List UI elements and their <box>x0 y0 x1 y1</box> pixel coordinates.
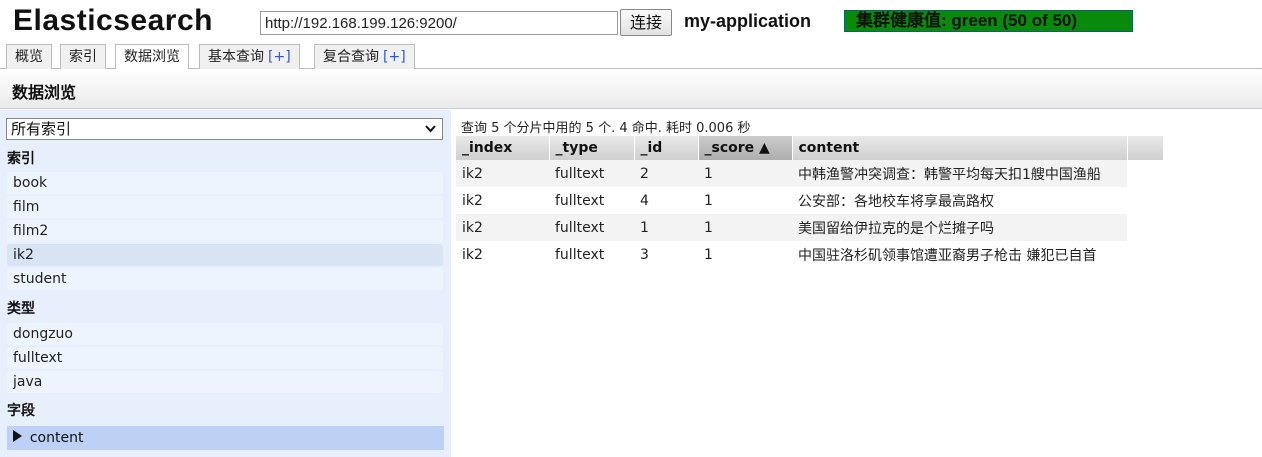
cell-type: fulltext <box>549 214 634 241</box>
chevron-down-icon <box>424 119 437 146</box>
cell-spacer <box>1127 241 1163 268</box>
cluster-url-input[interactable] <box>260 11 618 35</box>
table-row[interactable]: ik2 fulltext 4 1 公安部：各地校车将享最高路权 <box>456 187 1163 214</box>
column-header-index[interactable]: _index <box>456 136 550 160</box>
query-summary: 查询 5 个分片中用的 5 个. 4 命中. 耗时 0.006 秒 <box>461 121 751 136</box>
cell-index: ik2 <box>456 187 549 214</box>
index-item-book[interactable]: book <box>7 172 443 194</box>
cell-score: 1 <box>698 187 792 214</box>
cell-content: 中国驻洛杉矶领事馆遭亚裔男子枪击 嫌犯已自首 <box>792 241 1127 268</box>
cell-id: 3 <box>634 241 698 268</box>
column-header-spacer <box>1127 136 1164 160</box>
cell-content: 公安部：各地校车将享最高路权 <box>792 187 1127 214</box>
cell-content: 美国留给伊拉克的是个烂摊子吗 <box>792 214 1127 241</box>
type-item-java[interactable]: java <box>7 371 443 393</box>
tab-overview[interactable]: 概览 <box>6 44 52 69</box>
tab-bar: 概览 索引 数据浏览 基本查询 [+] 复合查询 [+] <box>0 44 1262 70</box>
results-table: _index _type _id _score ▲ content ik2 fu… <box>456 136 1164 268</box>
column-header-type[interactable]: _type <box>549 136 635 160</box>
cell-type: fulltext <box>549 160 634 187</box>
cell-spacer <box>1127 187 1163 214</box>
cell-index: ik2 <box>456 160 549 187</box>
cell-score: 1 <box>698 241 792 268</box>
indices-heading: 索引 <box>7 151 35 167</box>
column-header-score[interactable]: _score ▲ <box>698 136 793 160</box>
results-header-row: _index _type _id _score ▲ content <box>456 136 1164 160</box>
page-title: 数据浏览 <box>12 83 77 102</box>
cell-type: fulltext <box>549 187 634 214</box>
tab-indices[interactable]: 索引 <box>60 44 106 69</box>
index-select[interactable]: 所有索引 <box>6 118 443 140</box>
tab-data-browse[interactable]: 数据浏览 <box>115 44 189 70</box>
type-item-fulltext[interactable]: fulltext <box>7 347 443 369</box>
cell-spacer <box>1127 160 1163 187</box>
cell-score: 1 <box>698 214 792 241</box>
tab-compound-query[interactable]: 复合查询 [+] <box>314 44 415 69</box>
type-item-dongzuo[interactable]: dongzuo <box>7 323 443 345</box>
cell-type: fulltext <box>549 241 634 268</box>
cell-content: 中韩渔警冲突调查：韩警平均每天扣1艘中国渔船 <box>792 160 1127 187</box>
column-header-content[interactable]: content <box>792 136 1128 160</box>
page-title-bar: 数据浏览 <box>0 69 1262 109</box>
sidebar: 所有索引 索引 book film film2 ik2 student 类型 d… <box>0 110 451 457</box>
cell-score: 1 <box>698 160 792 187</box>
fields-heading: 字段 <box>7 403 35 419</box>
cell-id: 4 <box>634 187 698 214</box>
table-row[interactable]: ik2 fulltext 3 1 中国驻洛杉矶领事馆遭亚裔男子枪击 嫌犯已自首 <box>456 241 1163 268</box>
cell-index: ik2 <box>456 214 549 241</box>
types-heading: 类型 <box>7 301 35 317</box>
column-header-id[interactable]: _id <box>634 136 699 160</box>
caret-right-icon <box>13 430 26 445</box>
table-row[interactable]: ik2 fulltext 1 1 美国留给伊拉克的是个烂摊子吗 <box>456 214 1163 241</box>
cell-spacer <box>1127 214 1163 241</box>
index-item-film[interactable]: film <box>7 196 443 218</box>
index-item-student[interactable]: student <box>7 268 443 290</box>
tab-basic-query[interactable]: 基本查询 [+] <box>199 44 300 69</box>
cluster-name: my-application <box>684 11 812 31</box>
add-compound-query-button[interactable]: [+] <box>383 49 406 65</box>
cell-id: 2 <box>634 160 698 187</box>
cell-id: 1 <box>634 214 698 241</box>
index-item-film2[interactable]: film2 <box>7 220 443 242</box>
app-title: Elasticsearch <box>13 4 213 37</box>
field-item-content[interactable]: content <box>7 426 444 450</box>
add-basic-query-button[interactable]: [+] <box>268 49 291 65</box>
header: Elasticsearch 连接 my-application 集群健康值: g… <box>0 0 1262 44</box>
table-row[interactable]: ik2 fulltext 2 1 中韩渔警冲突调查：韩警平均每天扣1艘中国渔船 <box>456 160 1163 187</box>
cluster-health-badge: 集群健康值: green (50 of 50) <box>844 10 1133 32</box>
connect-button[interactable]: 连接 <box>620 9 672 36</box>
index-item-ik2[interactable]: ik2 <box>7 244 443 266</box>
cell-index: ik2 <box>456 241 549 268</box>
